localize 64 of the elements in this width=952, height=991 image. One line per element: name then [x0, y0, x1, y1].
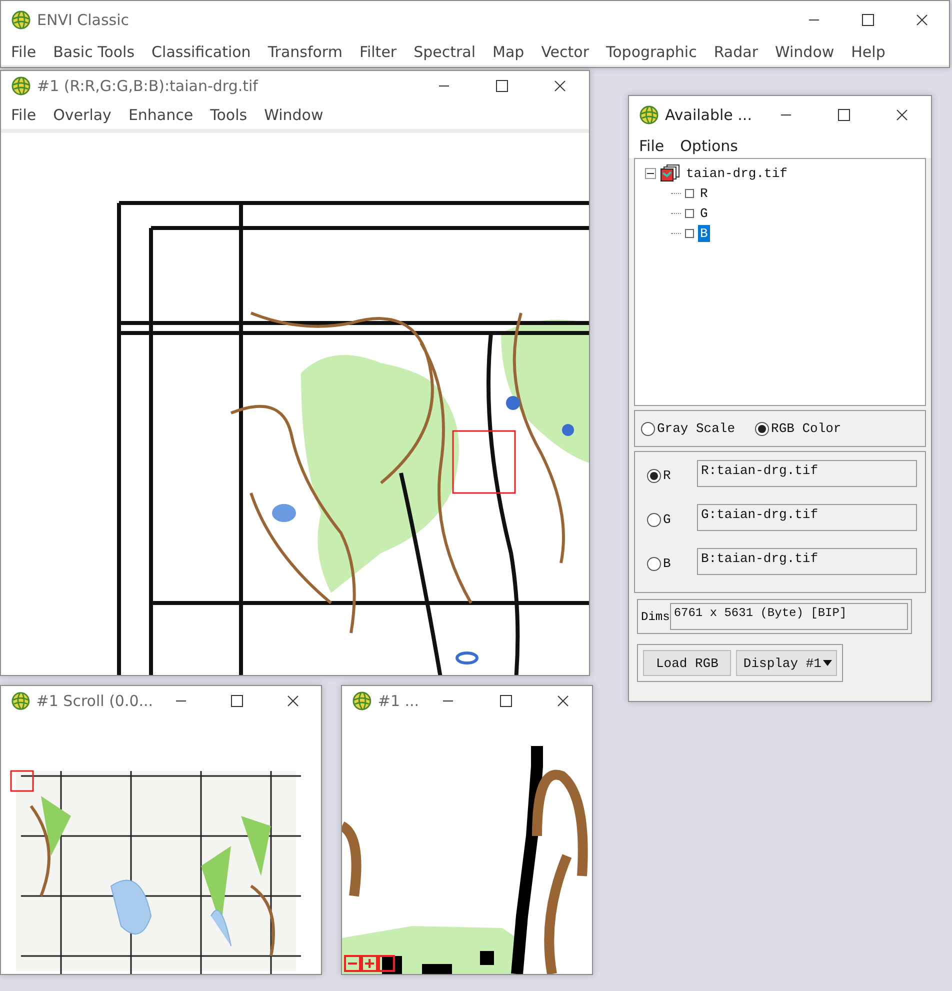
menu-item[interactable]: Transform — [268, 43, 342, 61]
menu-item[interactable]: Basic Tools — [53, 43, 135, 61]
menu-item[interactable]: Topographic — [606, 43, 697, 61]
close-icon — [557, 695, 570, 707]
menu-item[interactable]: File — [11, 106, 36, 124]
close-icon — [896, 109, 908, 121]
menu-item[interactable]: Enhance — [128, 106, 194, 124]
mode-radio[interactable]: Gray Scale — [641, 421, 736, 436]
window-title: #1 Scroll (0.0... — [36, 692, 154, 710]
menu-item[interactable]: Spectral — [414, 43, 476, 61]
tree-item[interactable]: R — [698, 184, 710, 202]
tree-item[interactable]: G — [698, 204, 710, 222]
menu-item[interactable]: Classification — [152, 43, 251, 61]
tree-toggle[interactable] — [645, 168, 656, 178]
plus-icon — [364, 958, 375, 969]
menu-item[interactable]: Filter — [359, 43, 397, 61]
window-title: #1 (R:R,G:G,B:B):taian-drg.tif — [37, 77, 260, 95]
menu-item[interactable]: Tools — [210, 106, 248, 124]
maximize-icon — [838, 109, 850, 121]
window-title: ENVI Classic — [37, 11, 130, 29]
menu-item[interactable]: Overlay — [53, 106, 112, 124]
caret-icon — [823, 660, 832, 666]
band-icon — [685, 208, 694, 218]
maximize-icon — [500, 695, 512, 707]
channel-radio[interactable]: R — [647, 468, 687, 483]
tree-item[interactable]: B — [698, 224, 710, 242]
band-field[interactable]: B:taian-drg.tif — [697, 548, 917, 575]
globe-icon — [639, 105, 659, 125]
menu-item[interactable]: Vector — [541, 43, 589, 61]
maximize-icon — [862, 14, 874, 26]
zoom-toggle-button[interactable] — [378, 955, 395, 972]
channel-radio[interactable]: G — [647, 512, 687, 527]
band-icon — [685, 228, 694, 238]
globe-icon — [11, 691, 30, 711]
menu-item[interactable]: Window — [264, 106, 324, 124]
load-button[interactable]: Load RGB — [643, 650, 732, 676]
maximize-icon — [496, 80, 508, 92]
zoom-out-button[interactable] — [344, 955, 361, 972]
menu-item[interactable]: File — [639, 137, 664, 155]
band-icon — [685, 188, 694, 198]
window-title: Available ... — [665, 106, 753, 124]
globe-icon — [352, 691, 372, 711]
menu-item[interactable]: Window — [775, 43, 834, 61]
image-stack-icon — [660, 164, 680, 182]
menu-item[interactable]: Map — [492, 43, 524, 61]
close-icon — [916, 14, 928, 26]
band-field[interactable]: R:taian-drg.tif — [697, 460, 917, 487]
mode-radio[interactable]: RGB Color — [755, 421, 842, 436]
tree-item[interactable]: taian-drg.tif — [684, 164, 790, 182]
maximize-icon — [231, 695, 244, 707]
globe-icon — [11, 10, 31, 30]
window-title: #1 ... — [378, 692, 420, 710]
channel-radio[interactable]: B — [647, 556, 687, 571]
globe-icon — [11, 76, 31, 96]
display-dropdown[interactable]: Display #1 — [736, 650, 838, 676]
menu-item[interactable]: File — [11, 43, 36, 61]
menu-item[interactable]: Radar — [714, 43, 758, 61]
close-icon — [287, 695, 299, 707]
dims-label: Dims — [641, 610, 670, 624]
band-field[interactable]: G:taian-drg.tif — [697, 504, 917, 531]
close-icon — [554, 80, 566, 92]
menu-item[interactable]: Help — [851, 43, 886, 61]
dims-field: 6761 x 5631 (Byte) [BIP] — [670, 603, 908, 630]
menu-item[interactable]: Options — [680, 137, 738, 155]
